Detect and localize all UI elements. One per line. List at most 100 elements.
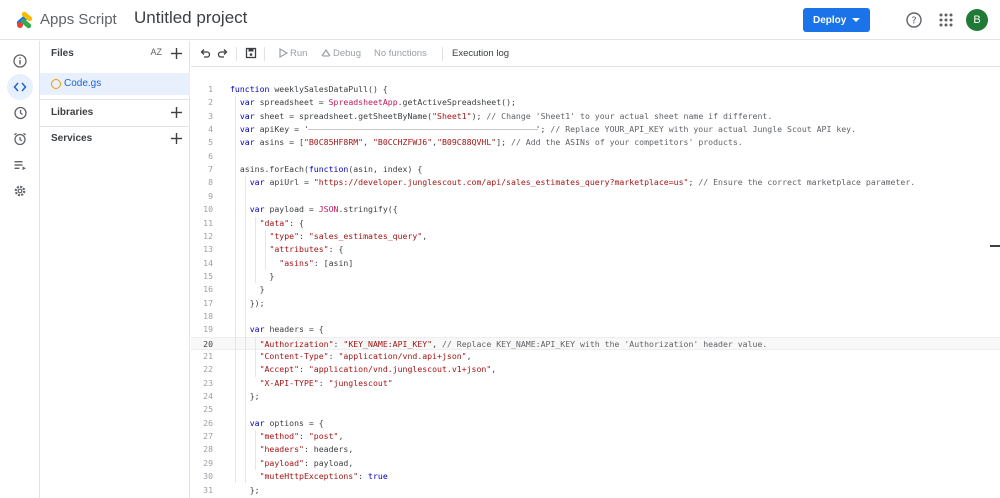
scroll-indicator[interactable] [990, 245, 1000, 247]
code-line[interactable]: 29 "payload": payload, [191, 457, 1000, 470]
code-line[interactable]: 9 [191, 190, 1000, 203]
project-settings-button[interactable] [7, 178, 33, 204]
code-text: "payload": payload, [259, 457, 354, 468]
file-item-code-gs[interactable]: Code.gs [40, 73, 190, 95]
execution-log-button[interactable]: Execution log [452, 48, 509, 59]
alarm-icon [14, 132, 26, 146]
code-text: "data": { [259, 217, 304, 228]
apps-grid-icon[interactable] [937, 11, 955, 29]
file-name: Code.gs [64, 78, 102, 89]
code-line[interactable]: 3 var sheet = spreadsheet.getSheetByName… [191, 110, 1000, 123]
function-select[interactable]: No functions [374, 48, 427, 59]
redo-icon[interactable] [217, 47, 229, 59]
code-line[interactable]: 12 "type": "sales_estimates_query", [191, 230, 1000, 243]
script-file-icon [51, 79, 61, 89]
editor-toolbar: Run Debug No functions Execution log [191, 41, 1000, 67]
code-line[interactable]: 13 "attributes": { [191, 243, 1000, 256]
code-line[interactable]: 25 [191, 403, 1000, 416]
code-line[interactable]: 26 var options = { [191, 417, 1000, 430]
code-line[interactable]: 16 } [191, 283, 1000, 296]
editor-button[interactable] [7, 74, 33, 100]
code-icon [13, 82, 27, 92]
code-line[interactable]: 23 "X-API-TYPE": "junglescout" [191, 377, 1000, 390]
line-number: 2 [208, 97, 213, 108]
line-number: 27 [203, 431, 213, 442]
line-number: 5 [208, 137, 213, 148]
code-text: var sheet = spreadsheet.getSheetByName("… [239, 110, 773, 121]
executions-button[interactable] [7, 152, 33, 178]
line-number: 29 [203, 457, 213, 468]
code-text: var spreadsheet = SpreadsheetApp.getActi… [239, 97, 516, 108]
undo-icon[interactable] [199, 47, 211, 59]
line-number: 21 [203, 351, 213, 361]
code-line[interactable]: 5 var asins = ["B0C85HF8RM", "B0CCHZFWJ6… [191, 136, 1000, 149]
indent-guide [245, 176, 246, 484]
run-button[interactable]: Run [290, 48, 307, 59]
line-number: 11 [203, 217, 213, 228]
code-line[interactable]: 24 }; [191, 390, 1000, 403]
code-line[interactable]: 21 "Content-Type": "application/vnd.api+… [191, 350, 1000, 363]
code-line[interactable]: 7 asins.forEach(function(asin, index) { [191, 163, 1000, 176]
add-service-icon[interactable] [170, 132, 183, 145]
avatar[interactable]: B [966, 9, 988, 31]
line-number: 28 [203, 444, 213, 455]
project-history-button[interactable] [7, 100, 33, 126]
line-number: 19 [203, 324, 213, 335]
code-line[interactable]: 18 [191, 310, 1000, 323]
help-icon[interactable]: ? [905, 11, 923, 29]
line-number: 25 [203, 404, 213, 415]
debug-icon[interactable] [320, 47, 332, 59]
code-line[interactable]: 10 var payload = JSON.stringify({ [191, 203, 1000, 216]
code-text: asins.forEach(function(asin, index) { [230, 164, 423, 175]
code-line[interactable]: 6 [191, 150, 1000, 163]
code-text: var asins = ["B0C85HF8RM", "B0CCHZFWJ6",… [239, 137, 743, 148]
code-line[interactable]: 31 }; [191, 484, 1000, 497]
code-line[interactable]: 20 "Authorization": "KEY_NAME:API_KEY", … [191, 336, 1000, 351]
code-line[interactable]: 30 "muteHttpExceptions": true [191, 470, 1000, 483]
code-line[interactable]: 1 function weeklySalesDataPull() { [191, 83, 1000, 96]
line-number: 31 [203, 484, 213, 495]
triggers-button[interactable] [7, 126, 33, 152]
settings-icon [14, 185, 26, 197]
add-library-icon[interactable] [170, 106, 183, 119]
app-name[interactable]: Apps Script [40, 11, 117, 28]
code-line[interactable]: 19 var headers = { [191, 323, 1000, 336]
code-line[interactable]: 4 var apiKey = ' '; // Replace YOUR_API_… [191, 123, 1000, 136]
deploy-label: Deploy [813, 14, 847, 26]
deploy-button[interactable]: Deploy [803, 8, 870, 32]
code-line[interactable]: 22 "Accept": "application/vnd.junglescou… [191, 363, 1000, 376]
add-file-icon[interactable] [170, 47, 183, 60]
apps-script-logo-icon[interactable] [14, 9, 36, 31]
line-number: 18 [203, 310, 213, 321]
code-line[interactable]: 8 var apiUrl = "https://developer.jungle… [191, 176, 1000, 189]
code-line[interactable]: 27 "method": "post", [191, 430, 1000, 443]
project-title[interactable]: Untitled project [134, 8, 247, 28]
line-number: 7 [208, 164, 213, 175]
code-line[interactable]: 17 }); [191, 297, 1000, 310]
line-number: 13 [203, 244, 213, 255]
code-text: function weeklySalesDataPull() { [230, 84, 388, 94]
code-line[interactable]: 14 "asins": [asin] [191, 257, 1000, 270]
debug-button[interactable]: Debug [333, 48, 361, 59]
code-text: "headers": headers, [259, 444, 354, 455]
sort-files-button[interactable]: AZ [150, 47, 162, 57]
run-icon[interactable] [277, 47, 289, 59]
services-header[interactable]: Services [40, 126, 190, 152]
libraries-header[interactable]: Libraries [40, 100, 190, 126]
code-line[interactable]: 11 "data": { [191, 217, 1000, 230]
files-header: Files AZ [40, 41, 190, 67]
code-editor[interactable]: 1 function weeklySalesDataPull() {2 var s… [191, 68, 1000, 498]
code-line[interactable]: 28 "headers": headers, [191, 443, 1000, 456]
overview-button[interactable] [7, 48, 33, 74]
code-text: }; [230, 484, 260, 495]
indent-guide [255, 216, 256, 284]
code-line[interactable]: 2 var spreadsheet = SpreadsheetApp.getAc… [191, 96, 1000, 109]
line-number: 8 [208, 177, 213, 188]
toolbar-divider [264, 47, 265, 61]
line-number: 23 [203, 377, 213, 388]
libraries-label: Libraries [51, 107, 94, 118]
save-icon[interactable] [245, 47, 257, 59]
history-icon [14, 106, 27, 120]
code-line[interactable]: 15 } [191, 270, 1000, 283]
files-panel: Files AZ Code.gs Libraries Services [40, 41, 190, 498]
